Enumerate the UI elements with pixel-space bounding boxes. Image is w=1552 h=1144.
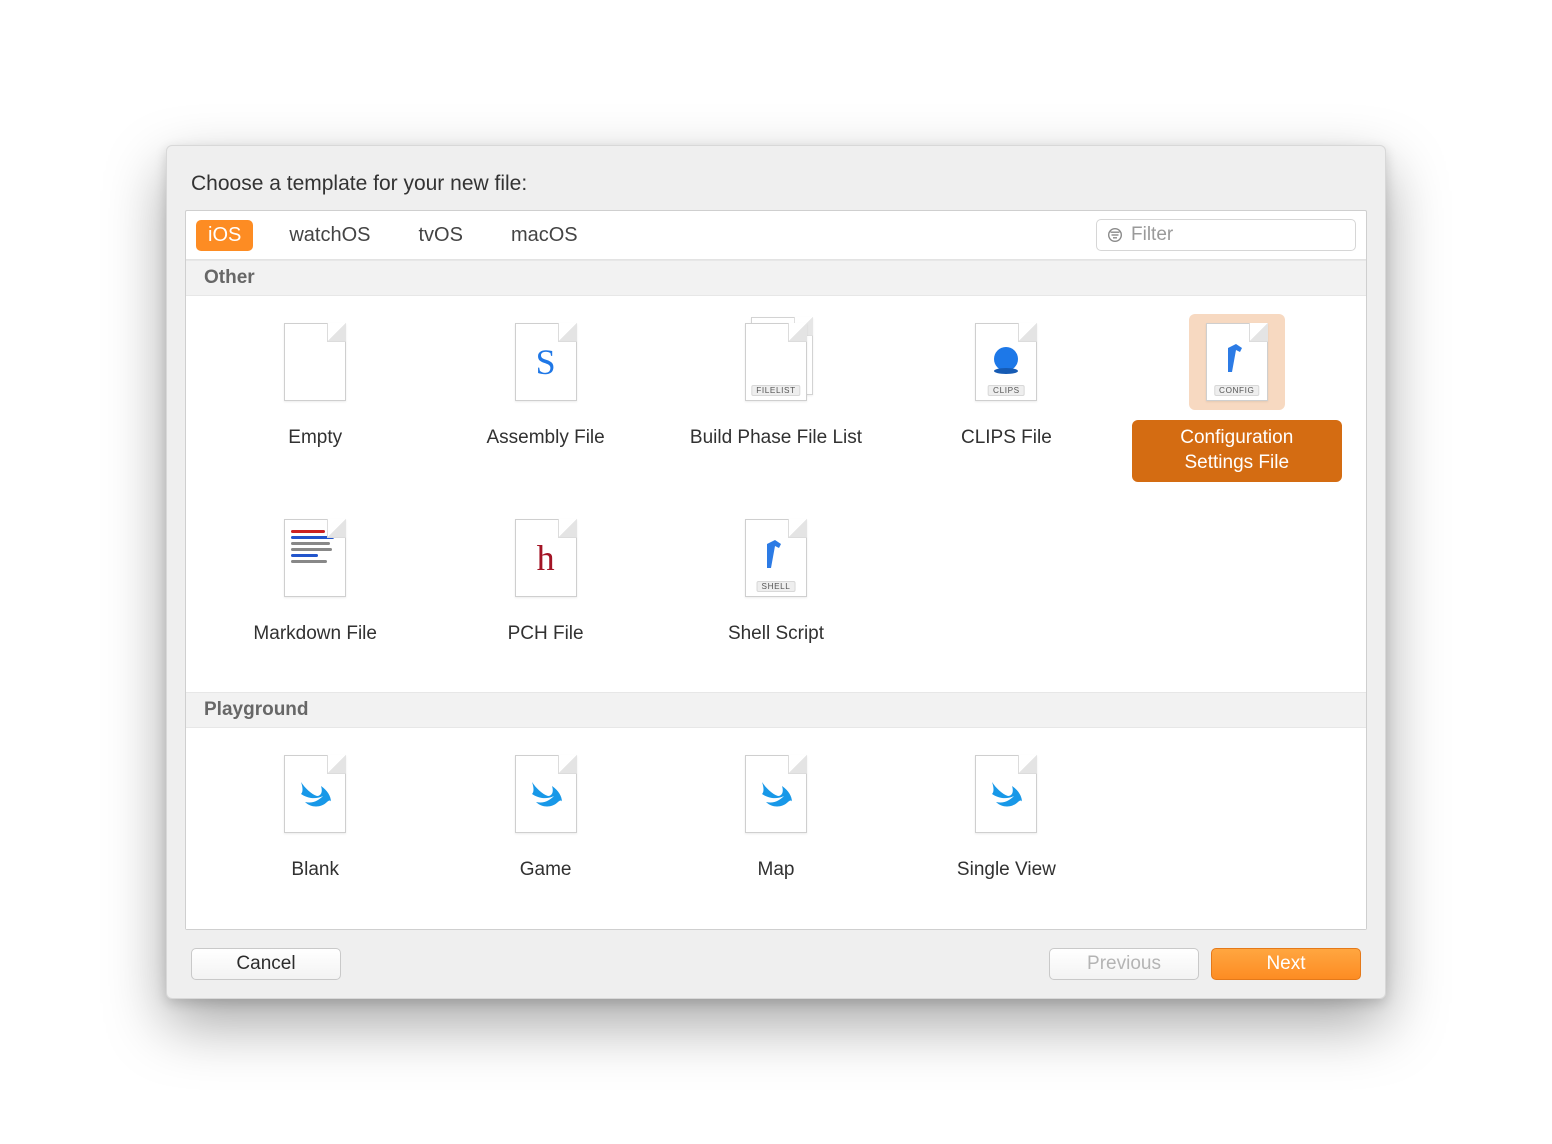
template-label: PCH File xyxy=(494,616,598,653)
swift-bird-icon xyxy=(986,774,1026,814)
swift-bird-icon xyxy=(526,774,566,814)
section-grid-playground: Blank Game xyxy=(186,728,1366,929)
template-playground-blank[interactable]: Blank xyxy=(204,746,426,889)
file-icon-swift xyxy=(267,746,363,842)
template-build-phase-file-list[interactable]: FILELIST Build Phase File List xyxy=(665,314,887,481)
previous-button[interactable]: Previous xyxy=(1049,948,1199,980)
platform-tab-bar: iOS watchOS tvOS macOS xyxy=(186,211,1366,260)
template-playground-single-view[interactable]: Single View xyxy=(895,746,1117,889)
section-header-other: Other xyxy=(186,260,1366,296)
template-label: Assembly File xyxy=(472,420,618,457)
sphere-icon xyxy=(989,345,1023,379)
swift-bird-icon xyxy=(295,774,335,814)
file-icon-swift xyxy=(498,746,594,842)
tab-watchos[interactable]: watchOS xyxy=(277,220,382,251)
filter-icon xyxy=(1107,227,1123,243)
file-icon-swift xyxy=(958,746,1054,842)
template-label: Empty xyxy=(274,420,356,457)
section-header-playground: Playground xyxy=(186,692,1366,728)
new-file-dialog: Choose a template for your new file: iOS… xyxy=(166,145,1386,999)
file-icon-markdown xyxy=(267,510,363,606)
file-icon-pch: h xyxy=(498,510,594,606)
tab-macos[interactable]: macOS xyxy=(499,220,590,251)
template-label: CLIPS File xyxy=(947,420,1066,457)
tab-ios[interactable]: iOS xyxy=(196,220,253,251)
file-icon-config: CONFIG xyxy=(1189,314,1285,410)
hammer-icon xyxy=(761,538,791,578)
template-chooser: iOS watchOS tvOS macOS Other xyxy=(185,210,1367,930)
template-playground-map[interactable]: Map xyxy=(665,746,887,889)
template-clips[interactable]: CLIPS CLIPS File xyxy=(895,314,1117,481)
file-icon-shell: SHELL xyxy=(728,510,824,606)
file-icon-clips: CLIPS xyxy=(958,314,1054,410)
template-label: Blank xyxy=(277,852,353,889)
swift-bird-icon xyxy=(756,774,796,814)
template-label: Markdown File xyxy=(239,616,391,653)
template-label: Single View xyxy=(943,852,1070,889)
template-configuration-settings[interactable]: CONFIG Configuration Settings File xyxy=(1126,314,1348,481)
dialog-button-row: Cancel Previous Next xyxy=(185,930,1367,984)
template-label: Build Phase File List xyxy=(676,420,876,457)
file-icon-swift xyxy=(728,746,824,842)
hammer-icon xyxy=(1222,342,1252,382)
template-label: Game xyxy=(506,852,586,889)
section-grid-other: Empty S Assembly File FILELIST Build Pha… xyxy=(186,296,1366,692)
template-shell-script[interactable]: SHELL Shell Script xyxy=(665,510,887,653)
cancel-button[interactable]: Cancel xyxy=(191,948,341,980)
next-button[interactable]: Next xyxy=(1211,948,1361,980)
template-assembly[interactable]: S Assembly File xyxy=(434,314,656,481)
file-icon-filelist: FILELIST xyxy=(728,314,824,410)
file-icon-blank xyxy=(267,314,363,410)
template-pch[interactable]: h PCH File xyxy=(434,510,656,653)
tab-tvos[interactable]: tvOS xyxy=(407,220,475,251)
filter-input[interactable] xyxy=(1131,224,1345,246)
template-empty[interactable]: Empty xyxy=(204,314,426,481)
template-label: Configuration Settings File xyxy=(1132,420,1342,481)
dialog-title: Choose a template for your new file: xyxy=(191,172,1361,196)
template-label: Shell Script xyxy=(714,616,838,653)
file-icon-assembly: S xyxy=(498,314,594,410)
markdown-lines-icon xyxy=(291,530,339,574)
filter-field-wrap[interactable] xyxy=(1096,219,1356,251)
template-label: Map xyxy=(744,852,809,889)
template-markdown[interactable]: Markdown File xyxy=(204,510,426,653)
template-playground-game[interactable]: Game xyxy=(434,746,656,889)
